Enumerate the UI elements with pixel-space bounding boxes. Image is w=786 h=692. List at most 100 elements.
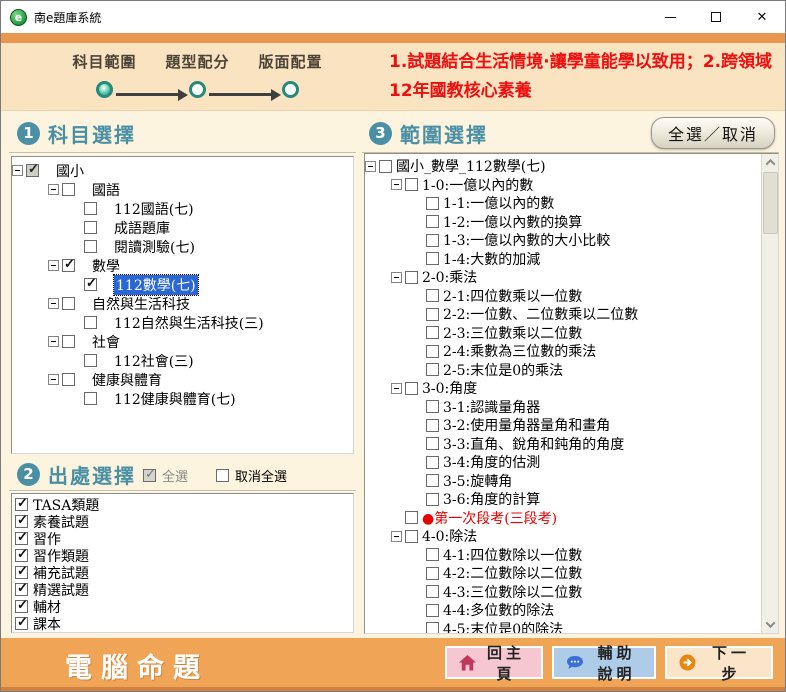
subject-tree-node[interactable]: 國語 xyxy=(12,180,353,199)
tree-checkbox[interactable] xyxy=(426,622,439,634)
tree-checkbox[interactable] xyxy=(84,392,97,405)
source-list-item[interactable]: 素養試題 xyxy=(15,513,350,530)
tree-checkbox[interactable] xyxy=(62,373,75,386)
range-tree-node[interactable]: 2-2:一位數、二位數乘以二位數 xyxy=(365,305,761,323)
tree-collapse-icon[interactable] xyxy=(48,336,59,347)
subject-tree-node[interactable]: 112社會(三) xyxy=(12,351,353,370)
tree-checkbox[interactable] xyxy=(379,160,392,173)
tree-node-label[interactable]: 3-1:認識量角器 xyxy=(443,397,540,417)
select-all-toggle-button[interactable]: 全選／取消 xyxy=(651,117,775,149)
tree-checkbox[interactable] xyxy=(426,252,439,265)
range-tree-node[interactable]: 4-2:二位數除以二位數 xyxy=(365,564,761,582)
subject-tree-node[interactable]: 成語題庫 xyxy=(12,218,353,237)
tree-collapse-icon[interactable] xyxy=(48,298,59,309)
minimize-button[interactable] xyxy=(647,1,693,33)
tree-node-label[interactable]: 4-5:末位是0的除法 xyxy=(443,619,563,635)
source-checkbox[interactable] xyxy=(15,566,28,579)
tree-node-label[interactable]: 3-5:旋轉角 xyxy=(443,471,512,491)
subject-tree-node[interactable]: 國小 xyxy=(12,161,353,180)
source-checkbox[interactable] xyxy=(15,498,28,511)
tree-checkbox[interactable] xyxy=(426,567,439,580)
step-dot-icon[interactable] xyxy=(282,81,299,98)
tree-checkbox[interactable] xyxy=(84,354,97,367)
tree-checkbox[interactable] xyxy=(405,530,418,543)
source-checkbox[interactable] xyxy=(15,617,28,630)
subject-tree-node[interactable]: 社會 xyxy=(12,332,353,351)
tree-node-label[interactable]: 4-1:四位數除以一位數 xyxy=(443,545,582,565)
tree-node-label[interactable]: 成語題庫 xyxy=(114,218,170,238)
range-tree-node[interactable]: 3-2:使用量角器量角和畫角 xyxy=(365,416,761,434)
tree-collapse-icon[interactable] xyxy=(48,184,59,195)
tree-node-label[interactable]: 3-3:直角、銳角和鈍角的角度 xyxy=(443,434,624,454)
range-tree-node[interactable]: 4-4:多位數的除法 xyxy=(365,601,761,619)
tree-checkbox[interactable] xyxy=(84,278,97,291)
home-button[interactable]: 回主頁 xyxy=(445,646,543,679)
tree-node-label[interactable]: 3-0:角度 xyxy=(422,378,477,398)
source-checkbox[interactable] xyxy=(15,549,28,562)
range-tree-node[interactable]: 1-0:一億以內的數 xyxy=(365,176,761,194)
tree-node-label[interactable]: 3-6:角度的計算 xyxy=(443,489,540,509)
tree-checkbox[interactable] xyxy=(426,474,439,487)
range-tree-node[interactable]: 1-3:一億以內數的大小比較 xyxy=(365,231,761,249)
tree-checkbox[interactable] xyxy=(426,419,439,432)
tree-checkbox[interactable] xyxy=(84,221,97,234)
step-dot-icon[interactable] xyxy=(96,81,113,98)
subject-tree-node[interactable]: 閱讀測驗(七) xyxy=(12,237,353,256)
tree-node-label[interactable]: 4-0:除法 xyxy=(422,526,477,546)
source-list-item[interactable]: 輔材 xyxy=(15,598,350,615)
source-checkbox[interactable] xyxy=(15,515,28,528)
tree-checkbox[interactable] xyxy=(405,382,418,395)
tree-node-label[interactable]: ●第一次段考(三段考) xyxy=(422,508,557,528)
tree-node-label[interactable]: 3-4:角度的估測 xyxy=(443,452,540,472)
tree-node-label[interactable]: 112社會(三) xyxy=(114,351,194,371)
source-checkbox[interactable] xyxy=(15,583,28,596)
tree-collapse-icon[interactable] xyxy=(391,179,402,190)
step-dot-icon[interactable] xyxy=(189,81,206,98)
tree-collapse-icon[interactable] xyxy=(391,531,402,542)
tree-node-label[interactable]: 1-0:一億以內的數 xyxy=(422,175,533,195)
tree-checkbox[interactable] xyxy=(405,178,418,191)
tree-checkbox[interactable] xyxy=(426,215,439,228)
tree-node-label[interactable]: 1-2:一億以內數的換算 xyxy=(443,212,582,232)
range-tree-node[interactable]: 1-4:大數的加減 xyxy=(365,250,761,268)
range-tree-node[interactable]: 3-3:直角、銳角和鈍角的角度 xyxy=(365,435,761,453)
tree-checkbox[interactable] xyxy=(426,345,439,358)
tree-node-label[interactable]: 4-3:三位數除以二位數 xyxy=(443,582,582,602)
maximize-button[interactable] xyxy=(693,1,739,33)
tree-checkbox[interactable] xyxy=(426,363,439,376)
tree-collapse-icon[interactable] xyxy=(48,260,59,271)
tree-checkbox[interactable] xyxy=(62,183,75,196)
scrollbar-thumb[interactable] xyxy=(763,172,778,234)
tree-node-label[interactable]: 4-2:二位數除以二位數 xyxy=(443,563,582,583)
range-tree-node[interactable]: 1-2:一億以內數的換算 xyxy=(365,213,761,231)
range-tree-node[interactable]: 2-3:三位數乘以二位數 xyxy=(365,324,761,342)
range-tree-node[interactable]: 2-5:末位是0的乘法 xyxy=(365,361,761,379)
tree-node-label[interactable]: 2-5:末位是0的乘法 xyxy=(443,360,563,380)
close-button[interactable]: ✕ xyxy=(739,1,785,33)
tree-node-label[interactable]: 健康與體育 xyxy=(92,370,162,390)
tree-collapse-icon[interactable] xyxy=(391,272,402,283)
tree-node-label[interactable]: 閱讀測驗(七) xyxy=(114,237,195,257)
tree-node-label[interactable]: 2-0:乘法 xyxy=(422,267,477,287)
tree-node-label[interactable]: 社會 xyxy=(92,332,120,352)
range-tree-node[interactable]: 3-6:角度的計算 xyxy=(365,490,761,508)
tree-node-label[interactable]: 2-4:乘數為三位數的乘法 xyxy=(443,341,596,361)
tree-checkbox[interactable] xyxy=(426,400,439,413)
tree-checkbox[interactable] xyxy=(426,234,439,247)
source-checkbox[interactable] xyxy=(15,532,28,545)
tree-checkbox[interactable] xyxy=(426,493,439,506)
tree-collapse-icon[interactable] xyxy=(12,165,23,176)
tree-checkbox[interactable] xyxy=(405,511,418,524)
range-tree-node[interactable]: 4-1:四位數除以一位數 xyxy=(365,546,761,564)
tree-node-label[interactable]: 國小 xyxy=(56,161,84,181)
range-tree-node[interactable]: 2-0:乘法 xyxy=(365,268,761,286)
tree-node-label[interactable]: 2-1:四位數乘以一位數 xyxy=(443,286,582,306)
tree-checkbox[interactable] xyxy=(62,259,75,272)
range-tree-node[interactable]: 4-5:末位是0的除法 xyxy=(365,620,761,635)
tree-checkbox[interactable] xyxy=(426,197,439,210)
tree-node-label[interactable]: 2-2:一位數、二位數乘以二位數 xyxy=(443,304,638,324)
tree-node-label[interactable]: 自然與生活科技 xyxy=(92,294,190,314)
tree-node-label[interactable]: 2-3:三位數乘以二位數 xyxy=(443,323,582,343)
range-tree-node[interactable]: 4-3:三位數除以二位數 xyxy=(365,583,761,601)
range-tree-node[interactable]: 2-4:乘數為三位數的乘法 xyxy=(365,342,761,360)
